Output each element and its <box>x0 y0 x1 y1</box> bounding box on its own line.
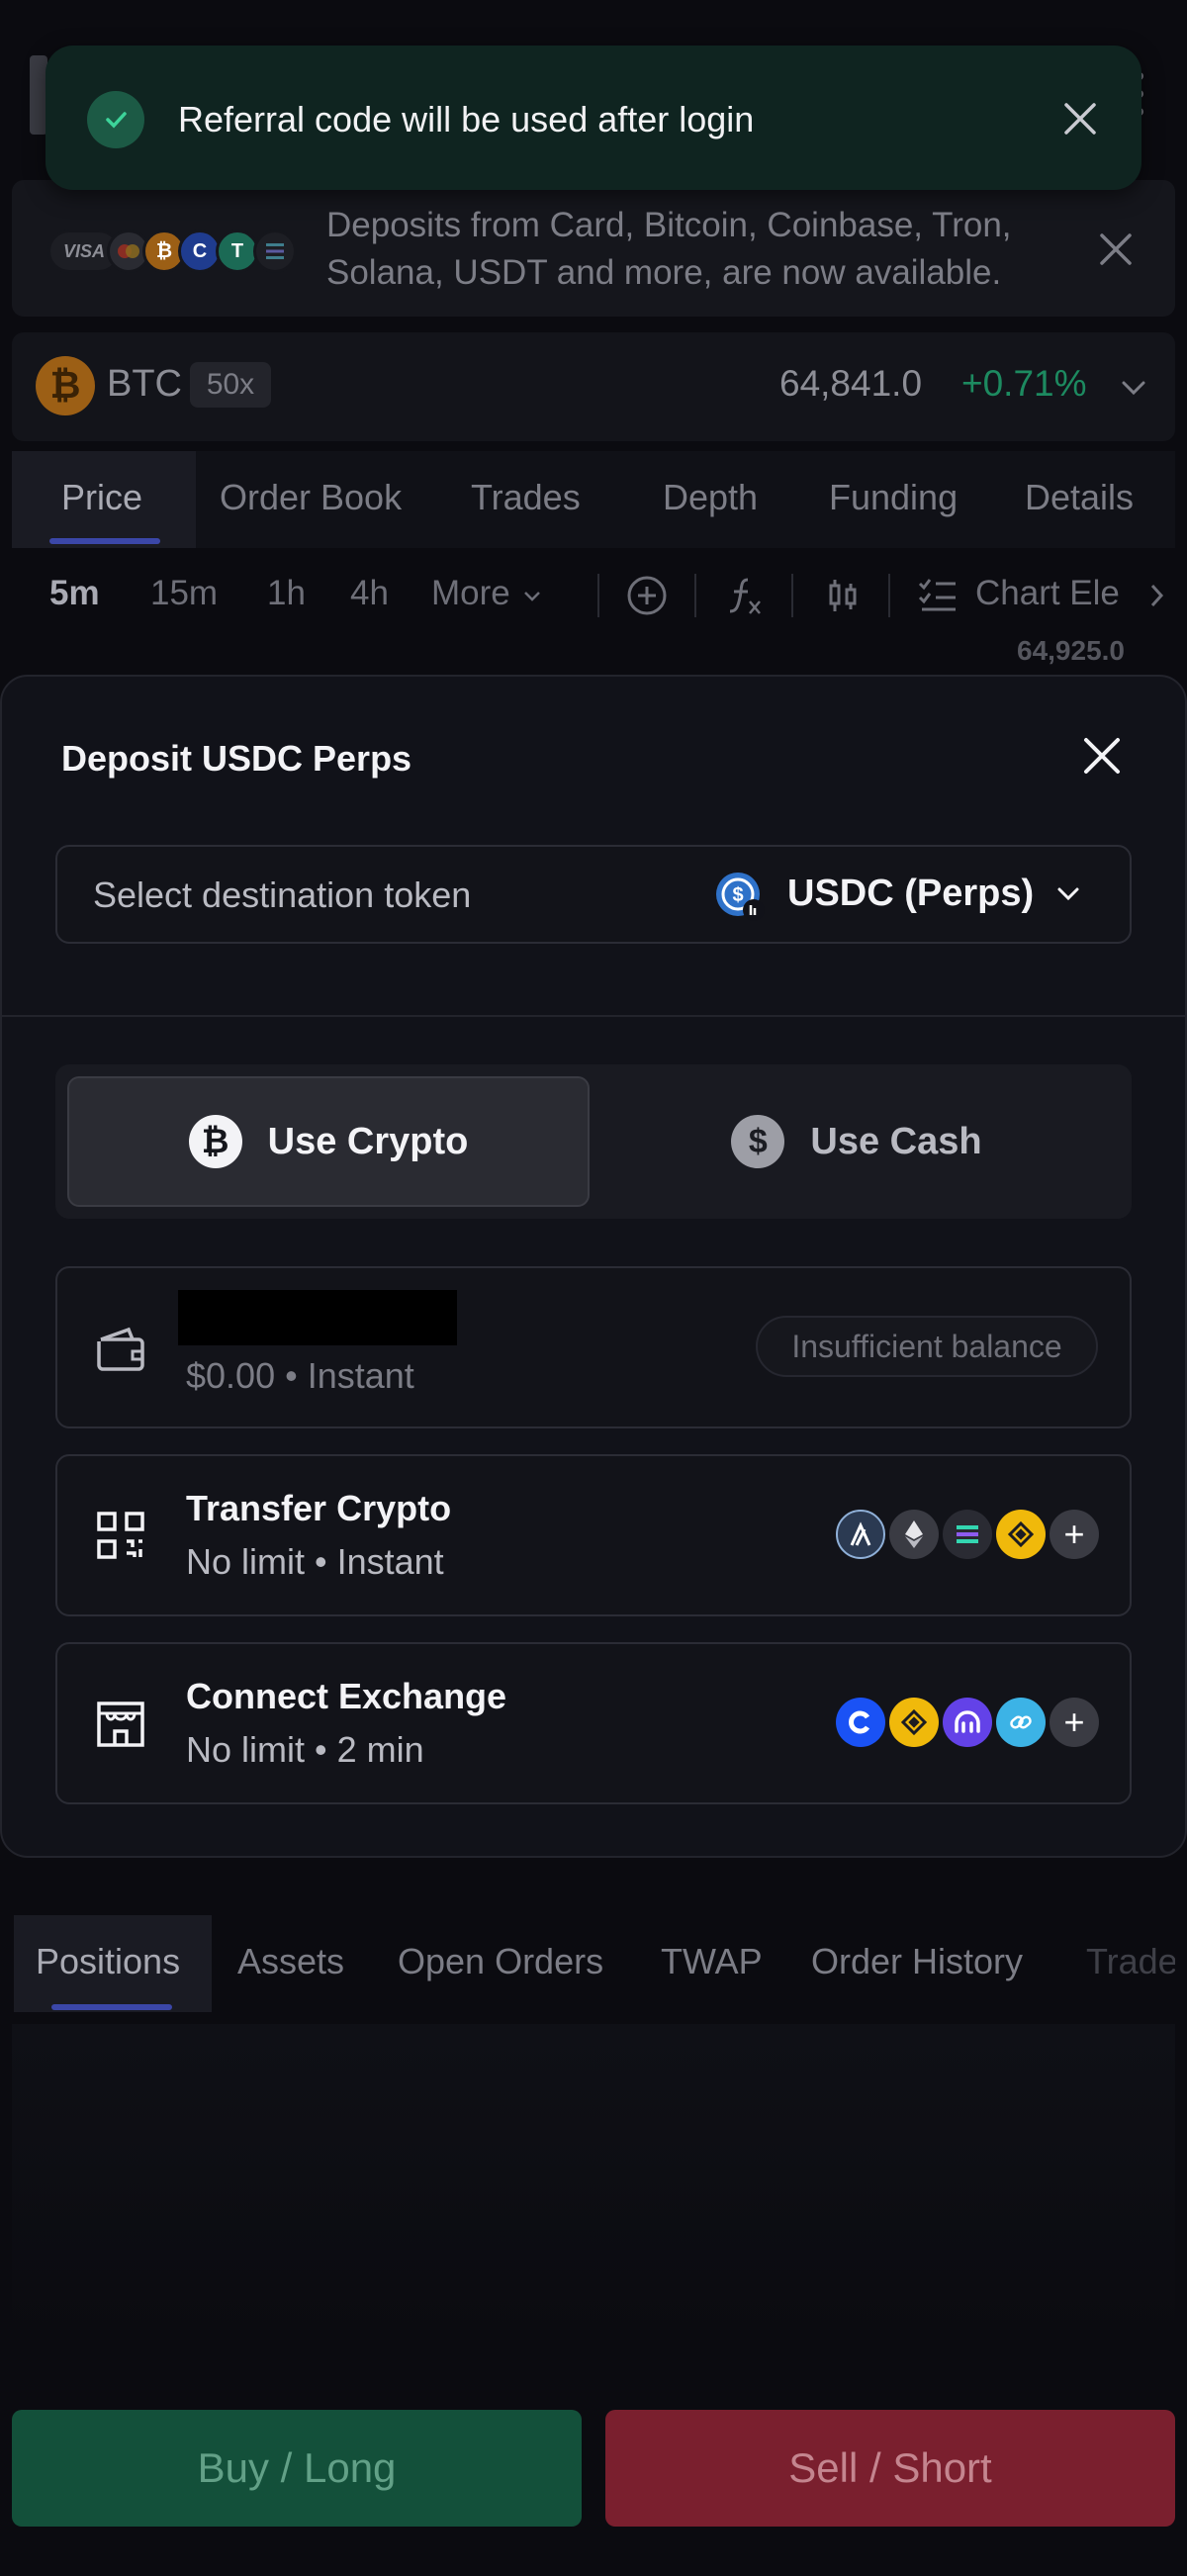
wallet-icon <box>97 1327 144 1371</box>
chevron-down-icon[interactable] <box>1118 376 1149 400</box>
solana-icon <box>253 230 297 273</box>
toolbar-divider <box>791 574 793 617</box>
interval-5m[interactable]: 5m <box>49 574 100 613</box>
payment-methods-icons: VISA ₿ C T <box>47 230 303 273</box>
toast-close-icon[interactable] <box>1060 99 1100 138</box>
leverage-badge[interactable]: 50x <box>190 362 271 408</box>
add-indicator-icon[interactable] <box>625 574 669 617</box>
dollar-icon: $ <box>731 1115 785 1168</box>
modal-title: Deposit USDC Perps <box>61 738 412 779</box>
ticker-price: 64,841.0 <box>779 363 923 404</box>
banner-close-icon[interactable] <box>1096 230 1136 269</box>
svg-text:$: $ <box>732 884 743 906</box>
toolbar-divider <box>597 574 599 617</box>
tab-open-orders[interactable]: Open Orders <box>398 1941 603 1982</box>
tab-price[interactable]: Price <box>61 451 142 548</box>
ticker-change: +0.71% <box>961 363 1087 404</box>
wallet-balance: $0.00 • Instant <box>186 1355 414 1396</box>
btc-coin-icon: ₿ <box>36 356 95 415</box>
chart-elements-label[interactable]: Chart Ele <box>975 574 1120 613</box>
coinbase-icon <box>836 1698 885 1747</box>
tab-depth[interactable]: Depth <box>663 451 758 548</box>
interval-15m[interactable]: 15m <box>150 574 218 613</box>
bitcoin-icon: ₿ <box>188 1115 242 1168</box>
arbitrum-icon <box>836 1510 885 1559</box>
sell-short-button[interactable]: Sell / Short <box>605 2410 1175 2527</box>
chainlink-icon <box>996 1698 1046 1747</box>
tab-trades[interactable]: Trades <box>471 451 581 548</box>
interval-more[interactable]: More <box>431 574 510 613</box>
tab-underline <box>49 538 160 544</box>
tab-assets[interactable]: Assets <box>237 1941 344 1982</box>
use-crypto-label: Use Crypto <box>267 1120 469 1162</box>
more-chevron-icon <box>524 592 540 601</box>
banner-text: Deposits from Card, Bitcoin, Coinbase, T… <box>326 206 1012 292</box>
more-exchanges-icon: + <box>1050 1698 1099 1747</box>
insufficient-balance-badge: Insufficient balance <box>756 1316 1098 1377</box>
transfer-crypto-sub: No limit • Instant <box>186 1541 444 1582</box>
divider <box>0 1015 1187 1017</box>
use-cash-label: Use Cash <box>810 1120 982 1162</box>
tab-positions[interactable]: Positions <box>36 1941 180 1982</box>
use-cash-button[interactable]: $ Use Cash <box>594 1076 1120 1207</box>
wallet-address-redacted <box>178 1290 457 1345</box>
usdc-icon: $ <box>716 873 765 921</box>
kraken-icon <box>943 1698 992 1747</box>
exchange-building-icon <box>97 1702 144 1747</box>
qr-code-icon <box>97 1512 144 1559</box>
tab-twap[interactable]: TWAP <box>661 1941 763 1982</box>
interval-1h[interactable]: 1h <box>267 574 306 613</box>
binance-icon <box>889 1698 939 1747</box>
tab-order-history[interactable]: Order History <box>811 1941 1023 1982</box>
bottom-tab-underline <box>51 2004 172 2010</box>
function-icon[interactable] <box>722 574 766 617</box>
candles-icon[interactable] <box>821 574 865 617</box>
toast-message: Referral code will be used after login <box>178 99 755 139</box>
tab-trade-history[interactable]: Trade <box>1086 1941 1175 1982</box>
toolbar-divider <box>888 574 890 617</box>
transfer-crypto-title: Transfer Crypto <box>186 1488 452 1528</box>
use-crypto-button[interactable]: ₿ Use Crypto <box>67 1076 590 1207</box>
toolbar-divider <box>694 574 696 617</box>
chevron-down-icon <box>1057 887 1079 901</box>
destination-token-label: Select destination token <box>93 874 472 915</box>
connect-exchange-sub: No limit • 2 min <box>186 1729 424 1770</box>
scroll-right-icon[interactable] <box>1147 582 1167 609</box>
bnb-icon <box>996 1510 1046 1559</box>
positions-panel <box>12 2024 1175 2341</box>
tab-details[interactable]: Details <box>1025 451 1134 548</box>
tab-order-book[interactable]: Order Book <box>220 451 402 548</box>
destination-token-value: USDC (Perps) <box>787 873 1035 914</box>
check-icon <box>87 91 144 148</box>
close-icon[interactable] <box>1080 734 1124 778</box>
buy-long-button[interactable]: Buy / Long <box>12 2410 582 2527</box>
chart-price-label: 64,925.0 <box>1017 635 1125 666</box>
interval-4h[interactable]: 4h <box>350 574 389 613</box>
tab-funding[interactable]: Funding <box>829 451 958 548</box>
ethereum-icon <box>889 1510 939 1559</box>
chart-elements-icon[interactable] <box>916 574 959 617</box>
more-chains-icon: + <box>1050 1510 1099 1559</box>
ticker-symbol: BTC <box>107 363 182 405</box>
solana-icon <box>943 1510 992 1559</box>
connect-exchange-title: Connect Exchange <box>186 1676 507 1716</box>
